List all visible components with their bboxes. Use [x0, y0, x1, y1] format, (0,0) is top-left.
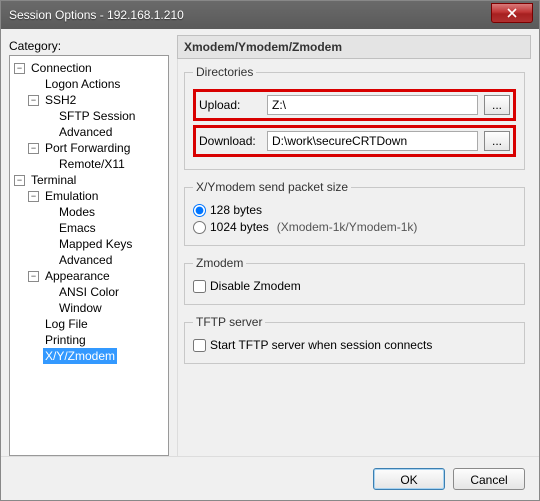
- directories-legend: Directories: [193, 65, 256, 79]
- packet-128-option[interactable]: 128 bytes: [193, 203, 516, 217]
- download-label: Download:: [199, 134, 261, 148]
- tree-node-mapped-keys[interactable]: Mapped Keys: [42, 236, 166, 252]
- tree-node-port-forwarding[interactable]: −Port Forwarding: [28, 140, 166, 156]
- category-label: Category:: [9, 39, 169, 53]
- zmodem-group: Zmodem Disable Zmodem: [184, 256, 525, 305]
- download-input[interactable]: [267, 131, 478, 151]
- tree-node-connection[interactable]: − Connection: [14, 60, 166, 76]
- tree-node-logon-actions[interactable]: Logon Actions: [28, 76, 166, 92]
- tree-node-modes[interactable]: Modes: [42, 204, 166, 220]
- upload-browse-button[interactable]: ...: [484, 95, 510, 115]
- upload-input[interactable]: [267, 95, 478, 115]
- collapse-icon[interactable]: −: [14, 175, 25, 186]
- upload-row: Upload: ...: [193, 89, 516, 121]
- upload-label: Upload:: [199, 98, 261, 112]
- close-button[interactable]: [491, 3, 533, 23]
- collapse-icon[interactable]: −: [14, 63, 25, 74]
- packet-1024-option[interactable]: 1024 bytes (Xmodem-1k/Ymodem-1k): [193, 220, 516, 234]
- tree-node-window[interactable]: Window: [42, 300, 166, 316]
- tree-node-sftp-session[interactable]: SFTP Session: [42, 108, 166, 124]
- tree-node-ansi-color[interactable]: ANSI Color: [42, 284, 166, 300]
- collapse-icon[interactable]: −: [28, 271, 39, 282]
- packet-1024-radio[interactable]: [193, 221, 206, 234]
- packet-size-group: X/Ymodem send packet size 128 bytes 1024…: [184, 180, 525, 246]
- tree-node-emacs[interactable]: Emacs: [42, 220, 166, 236]
- panel-header: Xmodem/Ymodem/Zmodem: [177, 35, 531, 59]
- dialog-footer: OK Cancel: [1, 456, 539, 500]
- disable-zmodem-checkbox[interactable]: [193, 280, 206, 293]
- tree-node-emulation-advanced[interactable]: Advanced: [42, 252, 166, 268]
- tftp-group: TFTP server Start TFTP server when sessi…: [184, 315, 525, 364]
- tftp-start-option[interactable]: Start TFTP server when session connects: [193, 338, 516, 352]
- tftp-legend: TFTP server: [193, 315, 265, 329]
- tftp-start-checkbox[interactable]: [193, 339, 206, 352]
- packet-128-radio[interactable]: [193, 204, 206, 217]
- collapse-icon[interactable]: −: [28, 143, 39, 154]
- tree-node-xyzmodem[interactable]: X/Y/Zmodem: [28, 348, 166, 364]
- directories-group: Directories Upload: ... Download: ...: [184, 65, 525, 170]
- session-options-dialog: Session Options - 192.168.1.210 Category…: [0, 0, 540, 501]
- titlebar: Session Options - 192.168.1.210: [1, 1, 539, 29]
- zmodem-legend: Zmodem: [193, 256, 246, 270]
- cancel-button[interactable]: Cancel: [453, 468, 525, 490]
- tree-node-emulation[interactable]: −Emulation: [28, 188, 166, 204]
- tree-node-log-file[interactable]: Log File: [28, 316, 166, 332]
- disable-zmodem-option[interactable]: Disable Zmodem: [193, 279, 516, 293]
- tree-node-remote-x11[interactable]: Remote/X11: [42, 156, 166, 172]
- tree-node-appearance[interactable]: −Appearance: [28, 268, 166, 284]
- category-tree[interactable]: − Connection Logon Actions −SSH2 SFTP Se…: [9, 55, 169, 456]
- settings-panel: Xmodem/Ymodem/Zmodem Directories Upload:…: [177, 35, 531, 456]
- close-icon: [507, 8, 517, 18]
- tree-node-ssh2[interactable]: −SSH2: [28, 92, 166, 108]
- download-row: Download: ...: [193, 125, 516, 157]
- window-title: Session Options - 192.168.1.210: [9, 8, 184, 22]
- tree-node-printing[interactable]: Printing: [28, 332, 166, 348]
- tree-node-ssh2-advanced[interactable]: Advanced: [42, 124, 166, 140]
- collapse-icon[interactable]: −: [28, 191, 39, 202]
- packet-size-legend: X/Ymodem send packet size: [193, 180, 351, 194]
- ok-button[interactable]: OK: [373, 468, 445, 490]
- tree-node-terminal[interactable]: −Terminal: [14, 172, 166, 188]
- download-browse-button[interactable]: ...: [484, 131, 510, 151]
- collapse-icon[interactable]: −: [28, 95, 39, 106]
